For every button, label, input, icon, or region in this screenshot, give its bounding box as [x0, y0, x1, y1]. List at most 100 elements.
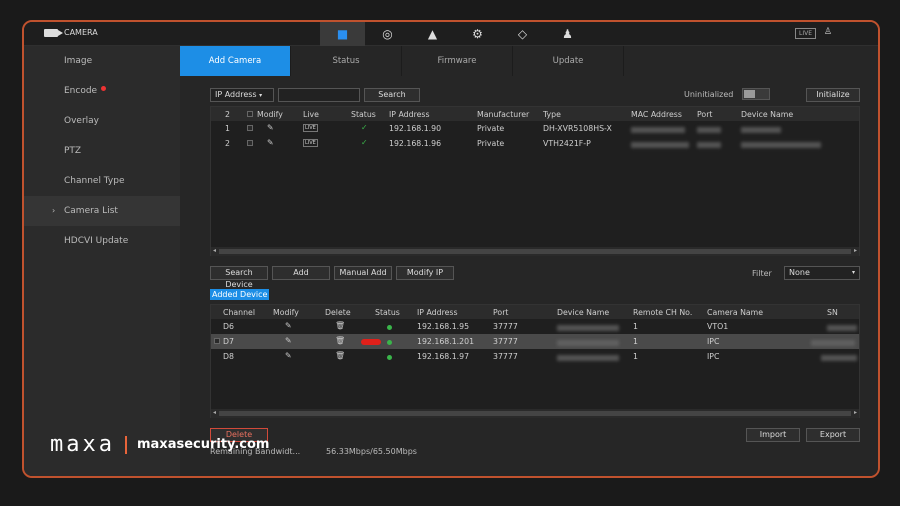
row-channel: D8: [223, 352, 234, 361]
brand-logo: maxa maxasecurity.com: [50, 432, 269, 457]
sidebar-item-label: HDCVI Update: [64, 236, 129, 246]
edit-pencil-icon[interactable]: ✎: [285, 321, 292, 330]
col-status: Status: [375, 308, 400, 317]
add-button[interactable]: Add: [272, 266, 330, 280]
live-button[interactable]: LIVE: [794, 28, 816, 39]
main-panel: IP Address ▾ Search Uninitialized Initia…: [180, 76, 878, 476]
row-remote-ch: 1: [633, 352, 638, 361]
scrollbar-thumb[interactable]: [219, 249, 851, 254]
sidebar-item-label: PTZ: [64, 146, 82, 156]
initialize-button[interactable]: Initialize: [806, 88, 860, 102]
sidebar-item-ptz[interactable]: PTZ: [24, 136, 180, 166]
storage-module-icon[interactable]: ▲: [410, 22, 455, 46]
export-button[interactable]: Export: [806, 428, 860, 442]
edit-pencil-icon[interactable]: ✎: [285, 351, 292, 360]
network-module-icon[interactable]: ◎: [365, 22, 410, 46]
blurred-device-name: [557, 339, 619, 348]
row-port: 37777: [493, 322, 518, 331]
security-shield-icon[interactable]: ◇: [500, 22, 545, 46]
col-mac-address: MAC Address: [631, 110, 682, 119]
col-camera-name: Camera Name: [707, 308, 764, 317]
status-online-icon: [387, 338, 392, 347]
sidebar-item-label: Encode: [64, 86, 98, 96]
tab-update[interactable]: Update: [513, 46, 624, 76]
modify-ip-button[interactable]: Modify IP: [396, 266, 454, 280]
col-ip-address: IP Address: [389, 110, 430, 119]
row-ip: 192.168.1.201: [417, 337, 475, 346]
sidebar-item-overlay[interactable]: Overlay: [24, 106, 180, 136]
row-port: 37777: [493, 352, 518, 361]
col-manufacturer: Manufacturer: [477, 110, 530, 119]
top-bar: CAMERA ■ ◎ ▲ ⚙ ◇ ♟ LIVE ♙: [24, 22, 878, 46]
table-row[interactable]: D8 ✎ 🗑 192.168.1.97 37777 1 IPC: [211, 349, 859, 364]
sidebar-item-channel-type[interactable]: Channel Type: [24, 166, 180, 196]
scroll-right-icon[interactable]: ▸: [854, 409, 857, 416]
row-index: 1: [225, 124, 230, 133]
tab-firmware[interactable]: Firmware: [402, 46, 513, 76]
search-input[interactable]: [278, 88, 360, 102]
col-delete: Delete: [325, 308, 351, 317]
scroll-left-icon[interactable]: ◂: [213, 409, 216, 416]
edit-pencil-icon[interactable]: ✎: [267, 123, 274, 132]
edit-pencil-icon[interactable]: ✎: [285, 336, 292, 345]
sidebar: Image Encode Overlay PTZ Channel Type › C…: [24, 46, 180, 476]
trash-icon[interactable]: 🗑: [335, 336, 345, 345]
blurred-mac: [631, 126, 685, 135]
row-checkbox[interactable]: [247, 124, 253, 133]
table-row[interactable]: 1 ✎ LIVE ✓ 192.168.1.90 Private DH-XVR51…: [211, 121, 859, 136]
live-view-icon[interactable]: LIVE: [303, 139, 318, 147]
row-camera-name: IPC: [707, 337, 720, 346]
col-remote-ch: Remote CH No.: [633, 308, 693, 317]
col-channel: Channel: [223, 308, 256, 317]
window-title-text: CAMERA: [64, 28, 98, 37]
row-channel: D7: [223, 337, 234, 346]
sidebar-item-label: Channel Type: [64, 176, 125, 186]
table-header: 2 Modify Live Status IP Address Manufact…: [211, 107, 859, 121]
scroll-left-icon[interactable]: ◂: [213, 247, 216, 254]
system-settings-icon[interactable]: ⚙: [455, 22, 500, 46]
row-checkbox[interactable]: [247, 139, 253, 148]
search-device-button[interactable]: Search Device: [210, 266, 268, 289]
live-view-icon[interactable]: LIVE: [303, 124, 318, 132]
added-device-table: Channel Modify Delete Status IP Address …: [210, 304, 860, 418]
filter-select[interactable]: None ▾: [784, 266, 860, 280]
select-all-checkbox[interactable]: [247, 110, 253, 119]
manual-add-button[interactable]: Manual Add: [334, 266, 392, 280]
sidebar-item-image[interactable]: Image: [24, 46, 180, 76]
module-icons: ■ ◎ ▲ ⚙ ◇ ♟: [320, 22, 590, 46]
table-row[interactable]: 2 ✎ LIVE ✓ 192.168.1.96 Private VTH2421F…: [211, 136, 859, 151]
scrollbar-thumb[interactable]: [219, 411, 851, 416]
added-device-tag: Added Device: [210, 289, 270, 300]
row-ip: 192.168.1.96: [389, 139, 442, 148]
table-row-selected[interactable]: D7 ✎ 🗑 192.168.1.201 37777 1 IPC: [211, 334, 859, 349]
search-button[interactable]: Search: [364, 88, 420, 102]
sidebar-item-encode[interactable]: Encode: [24, 76, 180, 106]
scroll-right-icon[interactable]: ▸: [854, 247, 857, 254]
user-icon[interactable]: ♙: [824, 27, 832, 37]
horizontal-scrollbar[interactable]: ◂ ▸: [211, 247, 859, 256]
filter-value: None: [789, 268, 810, 277]
row-remote-ch: 1: [633, 337, 638, 346]
camera-module-icon[interactable]: ■: [320, 22, 365, 46]
row-index: 2: [225, 139, 230, 148]
trash-icon[interactable]: 🗑: [335, 321, 345, 330]
trash-icon[interactable]: 🗑: [335, 351, 345, 360]
table-row[interactable]: D6 ✎ 🗑 192.168.1.95 37777 1 VTO1: [211, 319, 859, 334]
tab-add-camera[interactable]: Add Camera: [180, 46, 291, 76]
row-checkbox[interactable]: [214, 337, 220, 346]
uninitialized-toggle[interactable]: [742, 88, 770, 100]
sidebar-item-hdcvi-update[interactable]: HDCVI Update: [24, 226, 180, 256]
import-button[interactable]: Import: [746, 428, 800, 442]
uninitialized-label: Uninitialized: [684, 90, 734, 99]
account-icon[interactable]: ♟: [545, 22, 590, 46]
tab-bar: Add Camera Status Firmware Update: [180, 46, 878, 76]
edit-pencil-icon[interactable]: ✎: [267, 138, 274, 147]
horizontal-scrollbar[interactable]: ◂ ▸: [211, 409, 859, 418]
sidebar-item-camera-list[interactable]: › Camera List: [24, 196, 180, 226]
blurred-device-name: [557, 324, 619, 333]
chevron-down-icon: ▾: [259, 92, 263, 99]
search-mode-select[interactable]: IP Address ▾: [210, 88, 274, 102]
tab-status[interactable]: Status: [291, 46, 402, 76]
check-icon: ✓: [361, 123, 368, 132]
blurred-name: [741, 126, 781, 135]
